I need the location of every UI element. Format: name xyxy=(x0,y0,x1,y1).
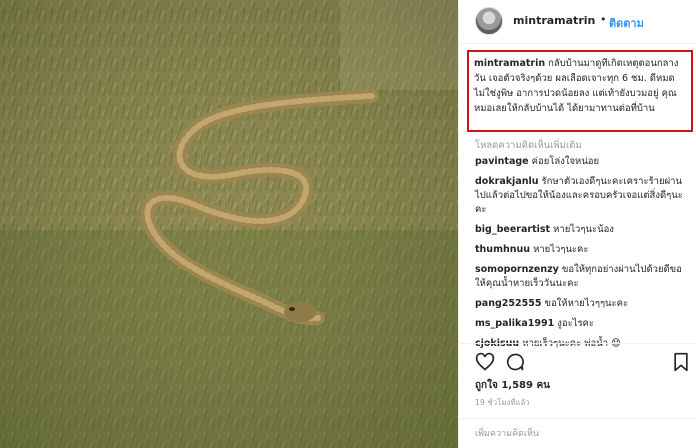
comment-item: pavintage ค่อยโล่งใจหน่อย xyxy=(475,155,691,169)
avatar[interactable] xyxy=(475,7,503,35)
comment-text: ขอให้หายไวๆๆนะคะ xyxy=(544,298,629,309)
caption-highlight-box: mintramatrin กลับบ้านมาดูทีเกิดเหตุตอนกล… xyxy=(467,50,693,132)
post-actions-bar xyxy=(459,343,696,373)
post-photo[interactable] xyxy=(0,0,458,448)
comment-text: งูอะไรคะ xyxy=(557,318,595,329)
load-more-comments-link[interactable]: โหลดความคิดเห็นเพิ่มเติม xyxy=(475,138,582,153)
dot-separator: • xyxy=(600,13,607,26)
comment-username-link[interactable]: big_beerartist xyxy=(475,224,550,235)
comment-item: pang252555 ขอให้หายไวๆๆนะคะ xyxy=(475,297,691,311)
comment-username-link[interactable]: pang252555 xyxy=(475,298,541,309)
comment-username-link[interactable]: dokrakjanlu xyxy=(475,176,539,187)
post-timestamp[interactable]: 19 ชั่วโมงที่แล้ว xyxy=(475,397,530,409)
comment-text: ค่อยโล่งใจหน่อย xyxy=(531,156,600,167)
comment-item: thumhnuu หายไวๆนะคะ xyxy=(475,243,691,257)
comment-item: dokrakjanlu รักษาตัวเองดีๆนะคะเคราะร้ายผ… xyxy=(475,175,691,217)
caption-username-link[interactable]: mintramatrin xyxy=(474,58,545,69)
comment-username-link[interactable]: thumhnuu xyxy=(475,244,530,255)
likes-count[interactable]: ถูกใจ 1,589 คน xyxy=(475,378,550,393)
comment-item: somopornzenzy ขอให้ทุกอย่างผ่านไปด้วยดีข… xyxy=(475,263,691,291)
comment-text: หายไวๆนะน้อง xyxy=(553,224,614,235)
add-comment-bar xyxy=(459,418,696,448)
comment-item: ms_palika1991 งูอะไรคะ xyxy=(475,317,691,331)
comment-username-link[interactable]: pavintage xyxy=(475,156,529,167)
add-comment-input[interactable] xyxy=(475,426,685,442)
post-side-panel: mintramatrin • ติดตาม mintramatrin กลับบ… xyxy=(458,0,696,448)
comment-bubble-icon[interactable] xyxy=(505,352,525,372)
comment-username-link[interactable]: ms_palika1991 xyxy=(475,318,554,329)
comment-username-link[interactable]: somopornzenzy xyxy=(475,264,559,275)
comment-item: big_beerartist หายไวๆนะน้อง xyxy=(475,223,691,237)
bookmark-icon[interactable] xyxy=(671,352,691,372)
comment-text: หายไวๆนะคะ xyxy=(533,244,589,255)
heart-icon[interactable] xyxy=(475,352,495,372)
follow-button[interactable]: ติดตาม xyxy=(609,14,644,32)
post-header: mintramatrin • ติดตาม xyxy=(459,0,696,44)
header-username-link[interactable]: mintramatrin xyxy=(513,14,595,27)
snake-on-grass-image xyxy=(0,0,458,448)
comments-list: pavintage ค่อยโล่งใจหน่อย dokrakjanlu รั… xyxy=(475,155,691,357)
